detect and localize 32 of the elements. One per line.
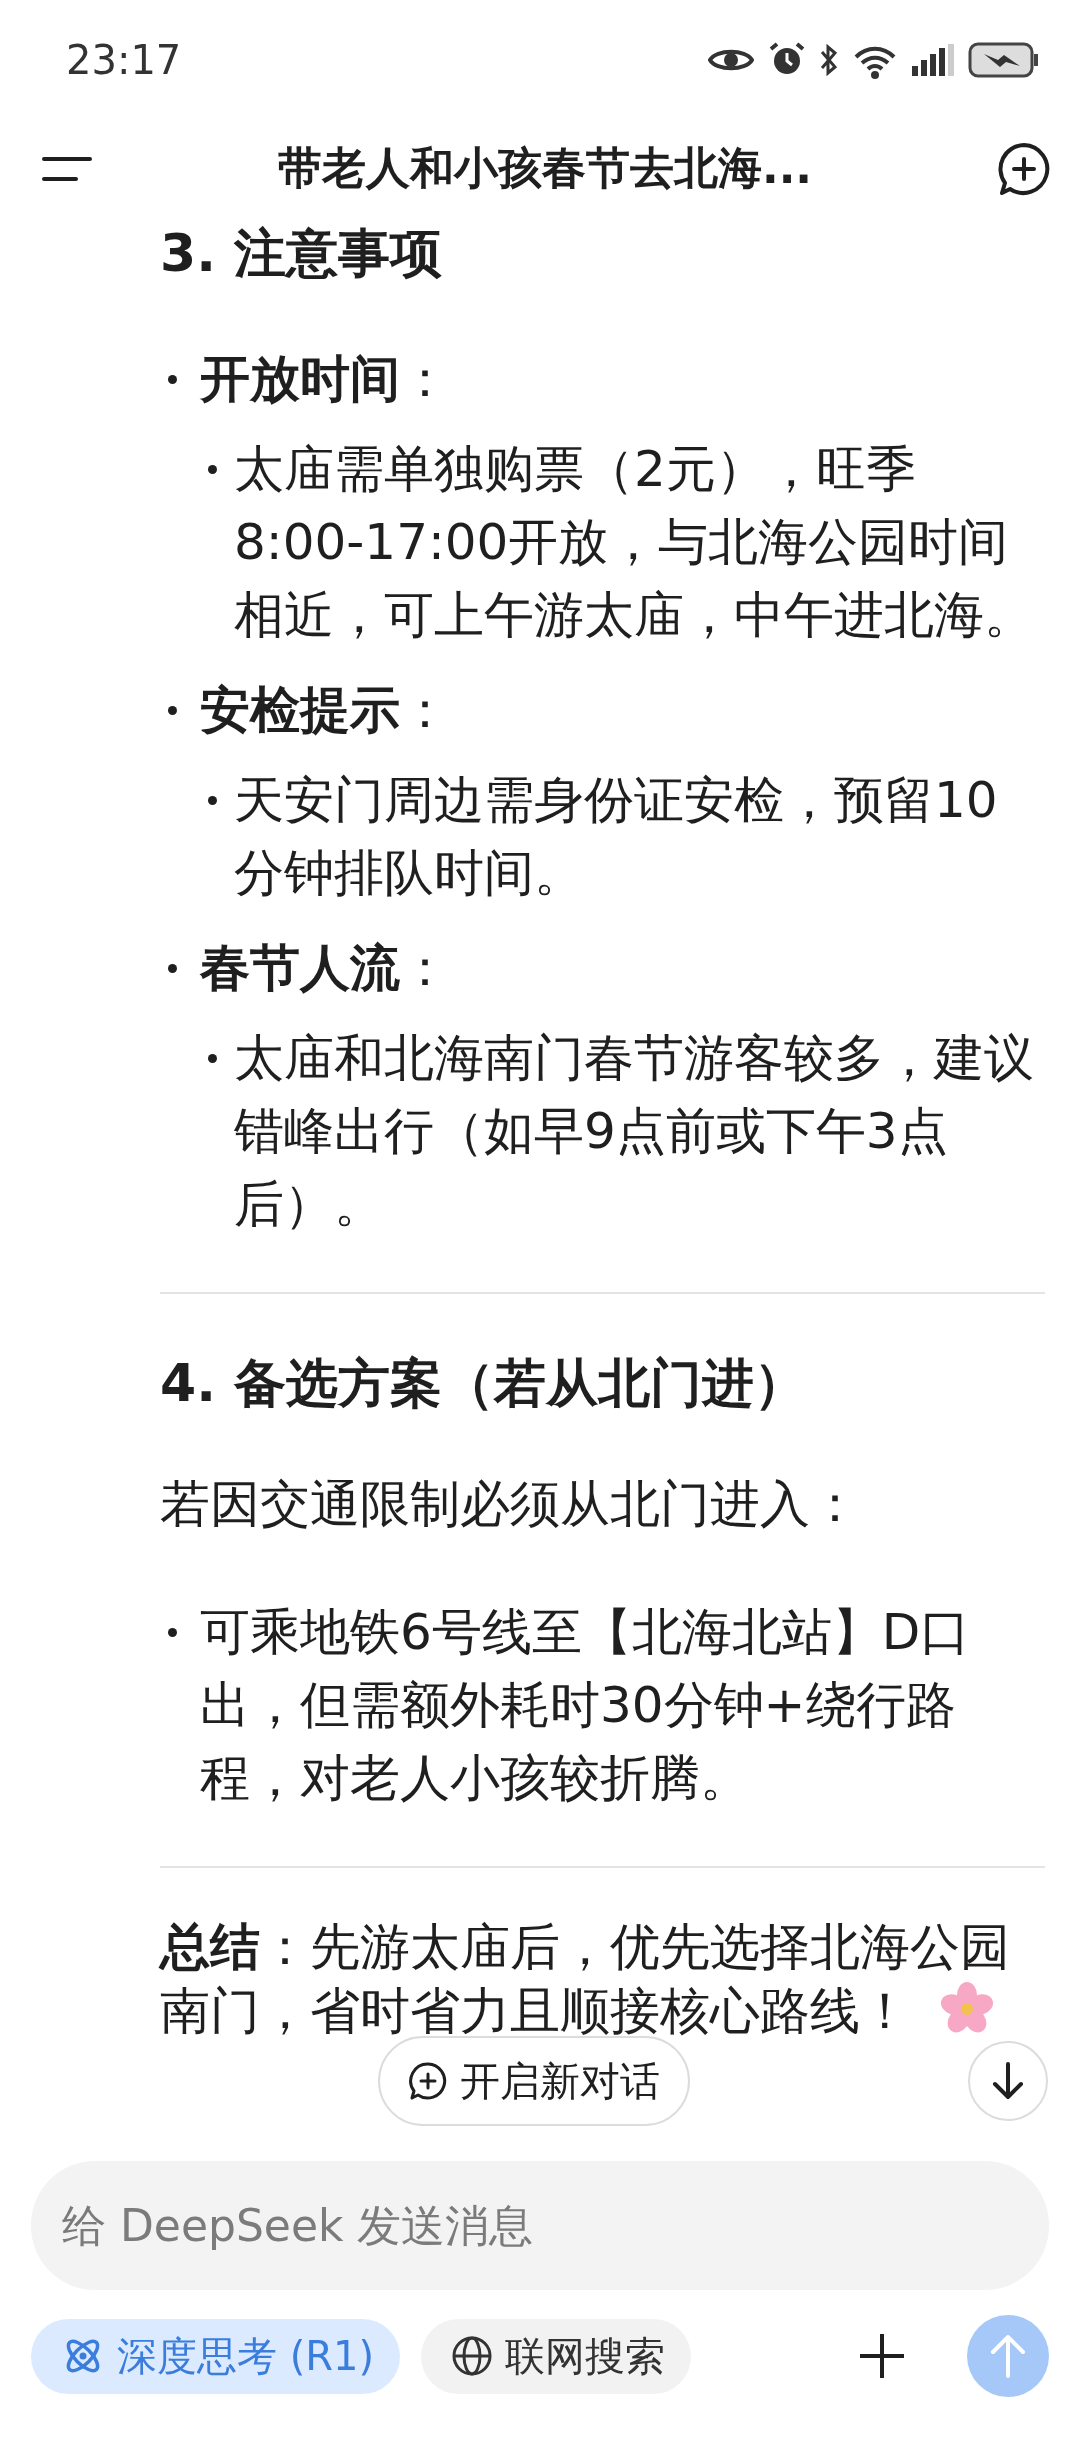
bullet-dot [168, 375, 177, 384]
bullet-dot [208, 1054, 217, 1063]
new-chat-icon[interactable] [996, 140, 1052, 197]
list-item-label: 安检提示： [200, 680, 451, 741]
bullet-dot [208, 796, 217, 805]
arrow-up-icon [988, 2333, 1028, 2379]
list-item-text: 天安门周边需身份证安检，预留10分钟排队时间。 [234, 770, 999, 904]
bullet-dot [168, 706, 177, 715]
list-item-label: 可乘地铁6号线至【北海北站】D口出，但需额外耗时30分钟+绕行路程，对老人小孩较折腾。 [200, 1602, 972, 1809]
bullet-dot [168, 1628, 177, 1637]
section-heading: 3. 注意事项 [160, 222, 444, 285]
web-search-toggle[interactable]: 联网搜索 [421, 2318, 692, 2394]
status-time: 23:17 [66, 37, 182, 83]
bullet-dot [168, 964, 177, 973]
globe-icon [451, 2335, 494, 2377]
battery-icon [968, 42, 1040, 78]
list-item-text: 太庙需单独购票（2元），旺季8:00-17:00开放，与北海公园时间相近，可上午游太庙，中午进北海。 [234, 439, 1035, 646]
list-item-label: 开放时间： [200, 349, 451, 410]
new-chat-button[interactable]: 开启新对话 [378, 2036, 690, 2126]
chat-title: 带老人和小孩春节去北海... [277, 141, 813, 195]
message-input[interactable]: 给 DeepSeek 发送消息 [31, 2161, 1049, 2290]
bluetooth-icon [820, 43, 838, 77]
attach-button[interactable] [858, 2332, 906, 2380]
paragraph: 若因交通限制必须从北门进入： [160, 1474, 861, 1535]
bullet-dot [208, 465, 217, 474]
plus-icon [858, 2332, 906, 2380]
arrow-down-icon [990, 2061, 1026, 2101]
signal-icon [912, 44, 954, 76]
new-chat-icon [408, 2061, 448, 2101]
section-heading: 4. 备选方案（若从北门进） [160, 1352, 808, 1415]
list-item-text: 太庙和北海南门春节游客较多，建议错峰出行（如早9点前或下午3点后）。 [234, 1028, 1035, 1235]
list-item-label: 春节人流： [200, 938, 451, 999]
